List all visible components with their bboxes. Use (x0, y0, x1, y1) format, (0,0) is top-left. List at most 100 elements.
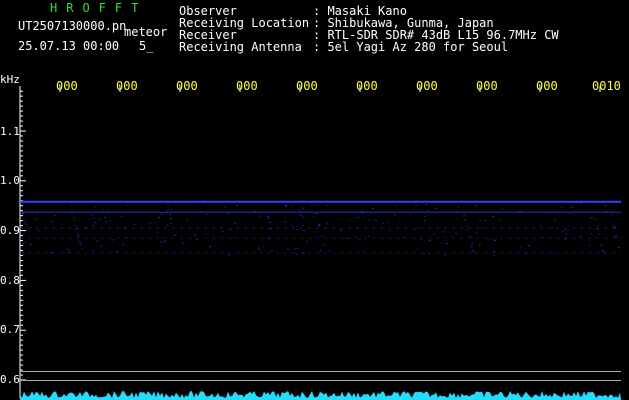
signal-speckle (321, 235, 324, 237)
signal-speckle (553, 252, 556, 254)
signal-speckle (428, 240, 431, 242)
signal-speckle (69, 204, 72, 206)
x-tick-label: 000 (56, 79, 78, 93)
signal-speckle (25, 242, 28, 244)
signal-speckle (50, 252, 53, 254)
signal-speckle (296, 229, 299, 231)
signal-speckle (87, 218, 90, 220)
signal-speckle (389, 230, 392, 232)
signal-speckle (596, 228, 599, 230)
signal-speckle (374, 219, 377, 221)
hrofft-spectrogram-window: HROFFT UT2507130000.pn meteor 25.07.13 0… (0, 0, 629, 400)
signal-speckle (323, 244, 326, 246)
signal-speckle (402, 236, 405, 238)
signal-speckle (30, 210, 33, 212)
spectrogram-plot (19, 86, 623, 400)
signal-speckle (614, 226, 617, 228)
signal-speckle (488, 238, 491, 240)
signal-speckle (615, 236, 618, 238)
signal-speckle (358, 239, 361, 241)
y-tick-label: 0.6 (0, 373, 20, 386)
signal-speckle (94, 207, 97, 209)
signal-speckle (612, 225, 615, 227)
signal-speckle (478, 219, 481, 221)
signal-speckle (444, 254, 447, 256)
signal-speckle (561, 231, 564, 233)
signal-speckle (471, 250, 474, 252)
signal-speckle (465, 225, 468, 227)
signal-speckle (195, 239, 198, 241)
signal-speckle (100, 245, 103, 247)
signal-speckle (346, 237, 349, 239)
signal-speckle (463, 215, 466, 217)
signal-speckle (74, 229, 77, 231)
signal-speckle (170, 217, 173, 219)
signal-speckle (267, 217, 270, 219)
signal-speckle (202, 202, 205, 204)
signal-speckle (221, 231, 224, 233)
signal-speckle (412, 208, 415, 210)
signal-speckle (340, 229, 343, 231)
x-tick-label: 000 (536, 79, 558, 93)
signal-speckle (234, 222, 237, 224)
signal-speckle (296, 248, 299, 250)
signal-speckle (394, 214, 397, 216)
signal-speckle (75, 227, 78, 229)
signal-speckle (597, 224, 600, 226)
signal-speckle (290, 205, 293, 207)
signal-speckle (190, 200, 193, 202)
signal-speckle (620, 201, 623, 203)
signal-speckle (597, 234, 600, 236)
signal-speckle (290, 224, 293, 226)
signal-speckle (159, 241, 162, 243)
signal-speckle (553, 219, 556, 221)
signal-speckle (236, 204, 239, 206)
antenna-value: : 5el Yagi Az 280 for Seoul (313, 40, 509, 54)
signal-speckle (160, 214, 163, 216)
signal-speckle (24, 220, 27, 222)
antenna-label: Receiving Antenna (179, 40, 302, 54)
signal-speckle (362, 216, 365, 218)
signal-speckle (106, 208, 109, 210)
signal-speckle (115, 251, 118, 253)
signal-speckle (525, 252, 528, 254)
signal-speckle (67, 251, 70, 253)
x-tick-label: 000 (476, 79, 498, 93)
signal-speckle (450, 235, 453, 237)
signal-speckle (266, 216, 269, 218)
signal-speckle (209, 246, 212, 248)
signal-speckle (305, 240, 308, 242)
signal-speckle (579, 202, 582, 204)
signal-speckle (76, 233, 79, 235)
signal-speckle (230, 211, 233, 213)
signal-speckle (123, 227, 126, 229)
signal-speckle (414, 229, 417, 231)
signal-speckle (542, 236, 545, 238)
signal-speckle (422, 253, 425, 255)
signal-speckle (464, 219, 467, 221)
signal-speckle (92, 217, 95, 219)
signal-speckle (79, 243, 82, 245)
signal-speckle (605, 210, 608, 212)
y-tick-label: 0.9 (0, 224, 20, 237)
signal-speckle (527, 244, 530, 246)
signal-speckle (157, 217, 160, 219)
signal-speckle (475, 232, 478, 234)
signal-speckle (259, 215, 262, 217)
x-tick-label: 000 (116, 79, 138, 93)
signal-speckle (120, 215, 123, 217)
signal-speckle (471, 243, 474, 245)
signal-speckle (588, 244, 591, 246)
signal-speckle (20, 227, 23, 229)
signal-speckle (499, 219, 502, 221)
signal-speckle (572, 206, 575, 208)
hrofft-logo: HROFFT (50, 1, 148, 15)
signal-speckle (426, 251, 429, 253)
x-tick-label: 000 (236, 79, 258, 93)
signal-speckle (35, 212, 38, 214)
signal-speckle (478, 244, 481, 246)
signal-speckle (425, 203, 428, 205)
signal-speckle (313, 216, 316, 218)
signal-speckle (315, 213, 318, 215)
signal-speckle (270, 249, 273, 251)
